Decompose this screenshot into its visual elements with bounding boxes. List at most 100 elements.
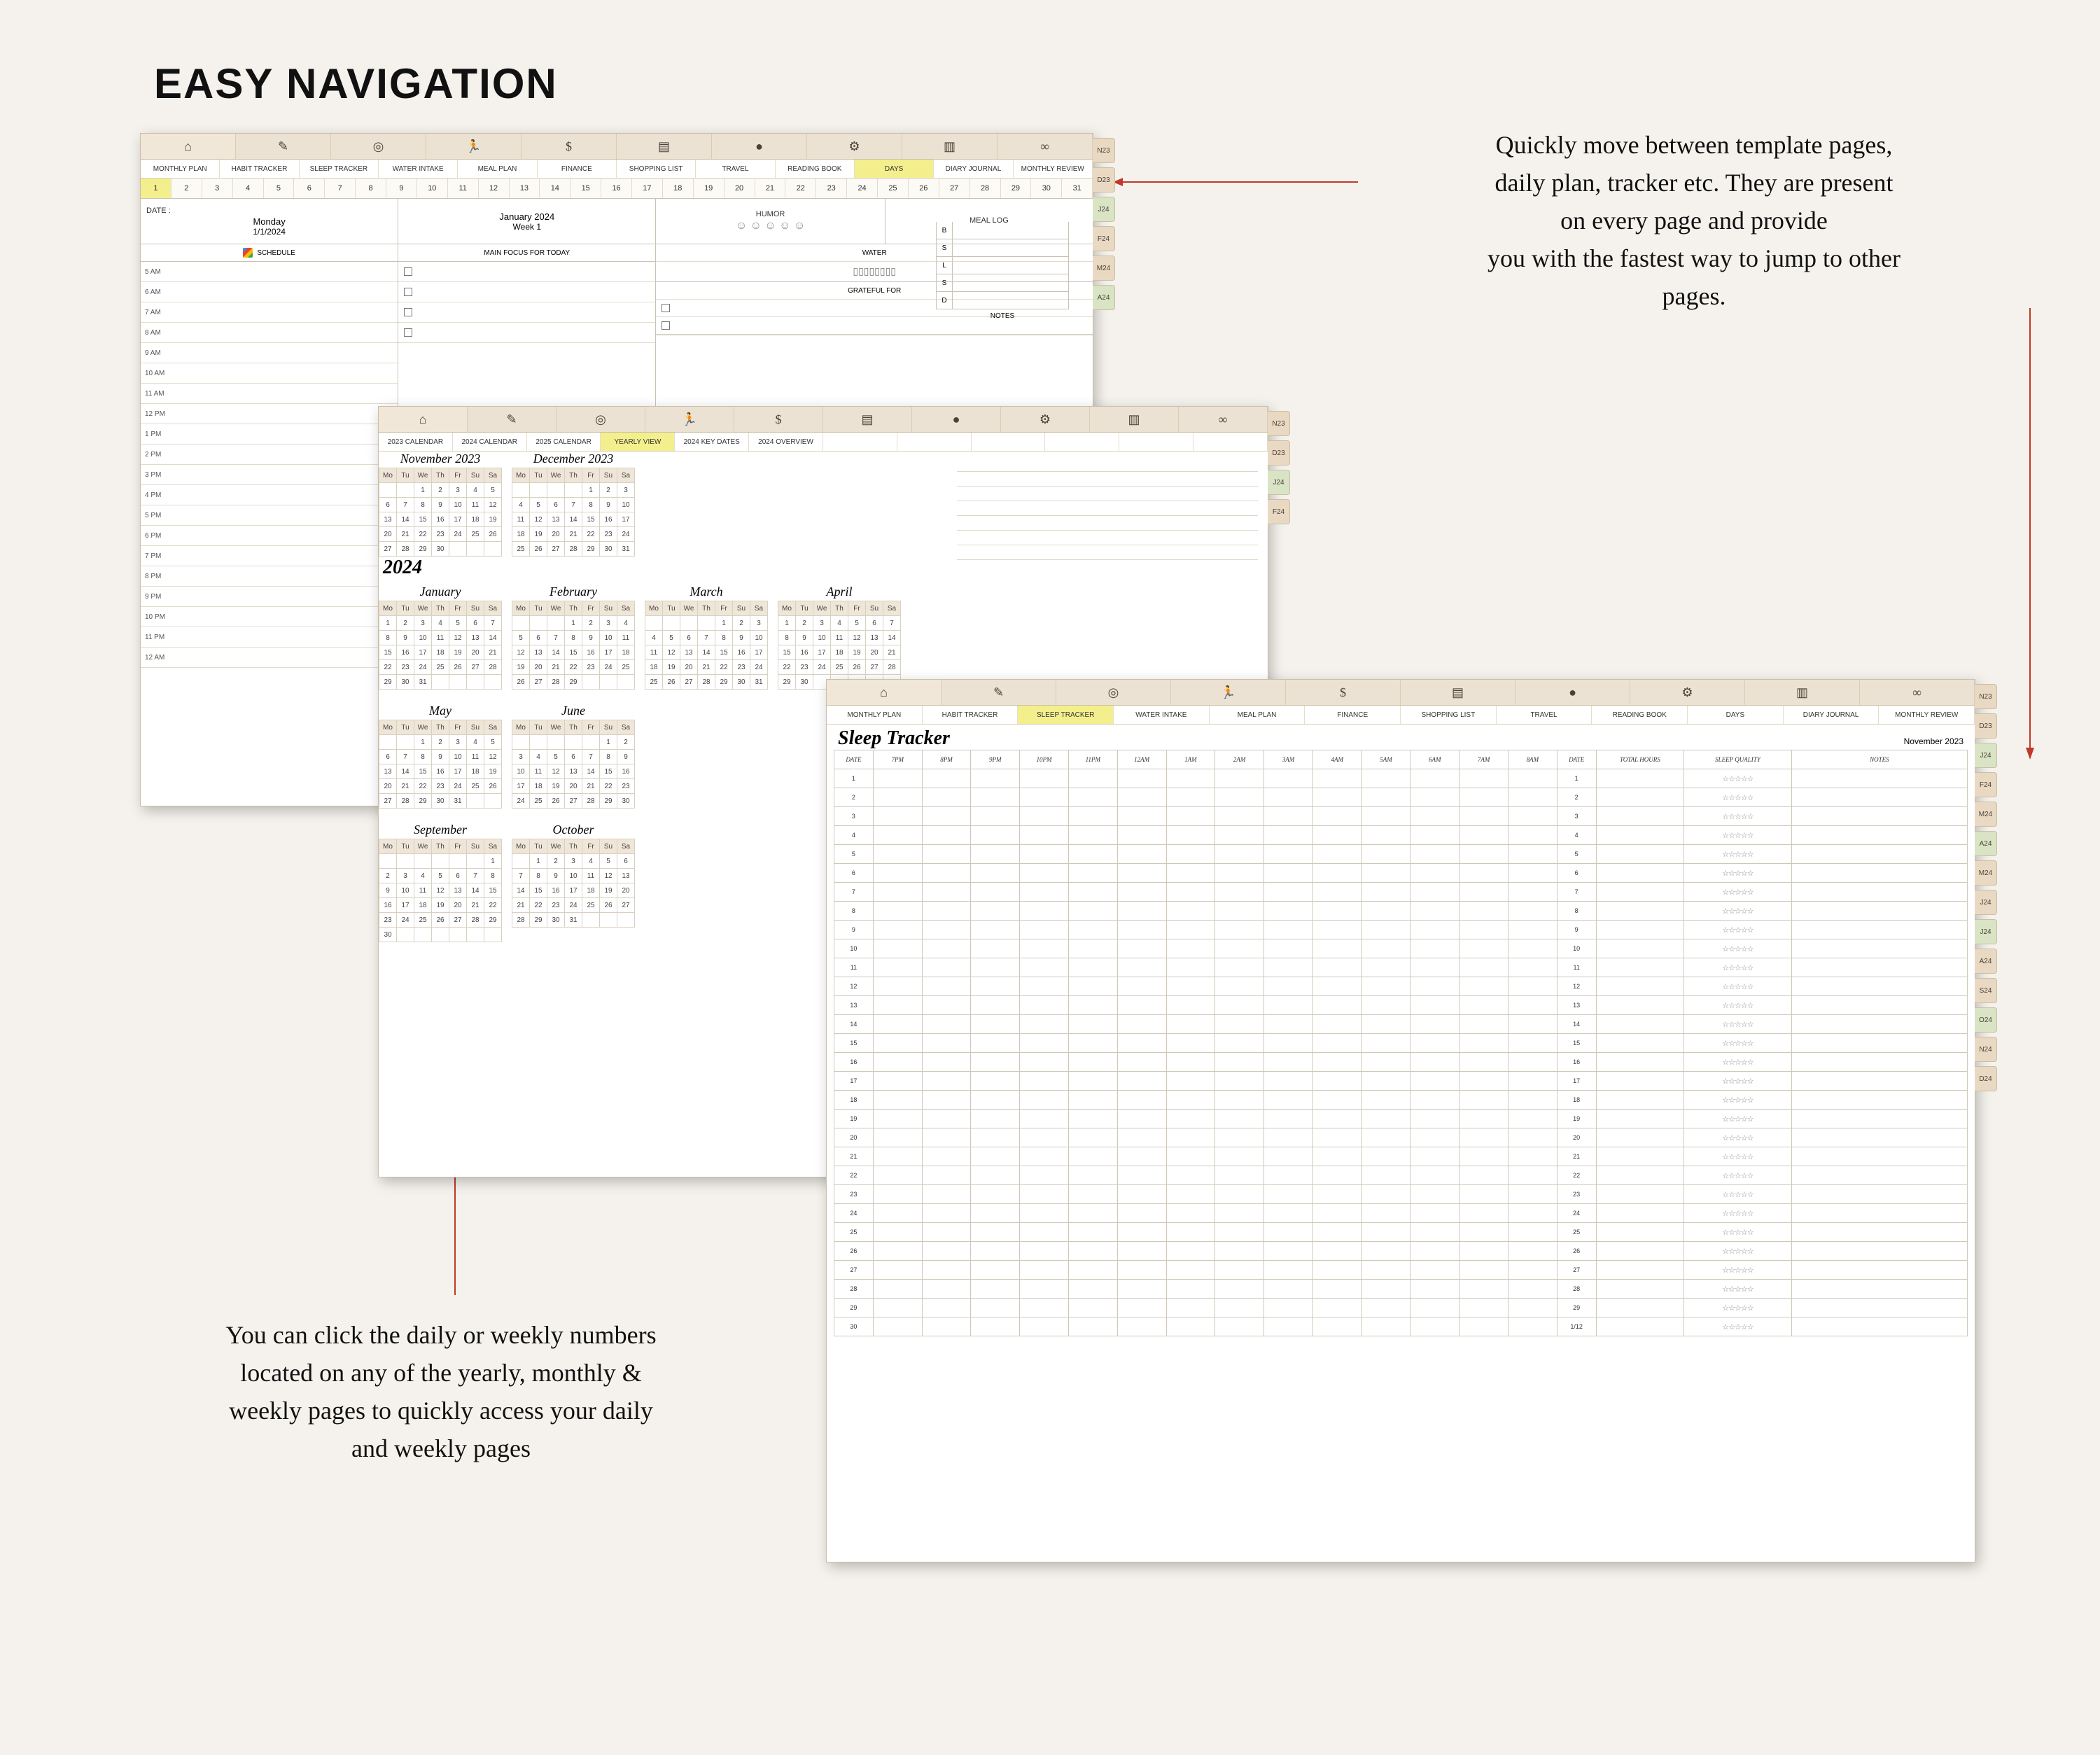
dollar-icon[interactable]: $ — [1286, 680, 1401, 705]
schedule-row[interactable]: 2 PM — [141, 445, 398, 465]
side-tab[interactable]: J24 — [1268, 470, 1290, 495]
target-icon[interactable]: ◎ — [1056, 680, 1171, 705]
day-number[interactable]: 25 — [878, 179, 909, 198]
day-number[interactable]: 24 — [847, 179, 878, 198]
subtab[interactable]: 2024 CALENDAR — [453, 433, 527, 451]
day-number[interactable]: 14 — [540, 179, 570, 198]
doc-icon[interactable]: ▤ — [617, 134, 712, 159]
mini-calendar[interactable]: SeptemberMoTuWeThFrSuSa12345678910111213… — [379, 823, 502, 942]
dollar-icon[interactable]: $ — [734, 407, 823, 432]
day-number[interactable]: 10 — [417, 179, 448, 198]
mini-calendar[interactable]: November 2023MoTuWeThFrSuSa1234567891011… — [379, 452, 502, 557]
day-number[interactable]: 20 — [724, 179, 755, 198]
side-tab[interactable]: J24 — [1975, 743, 1997, 768]
notes-lines[interactable] — [957, 457, 1258, 560]
doc-icon[interactable]: ▤ — [1401, 680, 1516, 705]
side-tab[interactable]: N23 — [1975, 684, 1997, 709]
book-icon[interactable]: ▥ — [1745, 680, 1860, 705]
day-number[interactable]: 13 — [510, 179, 540, 198]
day-number[interactable]: 6 — [294, 179, 325, 198]
day-number[interactable]: 23 — [816, 179, 847, 198]
subtab[interactable]: DIARY JOURNAL — [934, 160, 1013, 178]
subtab[interactable]: HABIT TRACKER — [220, 160, 299, 178]
subtab[interactable]: MONTHLY PLAN — [141, 160, 220, 178]
day-number[interactable]: 27 — [939, 179, 970, 198]
sleep-table[interactable]: DATE7PM8PM9PM10PM11PM12AM1AM2AM3AM4AM5AM… — [834, 750, 1968, 1336]
meal-row[interactable]: B — [936, 222, 1069, 239]
mini-calendar[interactable]: FebruaryMoTuWeThFrSuSa123456789101112131… — [512, 585, 635, 690]
mini-calendar[interactable]: December 2023MoTuWeThFrSuSa1234567891011… — [512, 452, 635, 557]
day-number[interactable]: 12 — [479, 179, 510, 198]
day-number[interactable]: 11 — [448, 179, 479, 198]
subtab[interactable]: READING BOOK — [776, 160, 855, 178]
side-tab[interactable]: M24 — [1093, 256, 1115, 281]
day-number[interactable]: 9 — [386, 179, 417, 198]
mini-calendar[interactable]: AprilMoTuWeThFrSuSa123456789101112131415… — [778, 585, 901, 690]
circle-icon[interactable]: ● — [1516, 680, 1630, 705]
subtab[interactable]: READING BOOK — [1592, 706, 1688, 724]
schedule-row[interactable]: 8 AM — [141, 323, 398, 343]
doc-icon[interactable]: ▤ — [823, 407, 912, 432]
schedule-row[interactable]: 5 AM — [141, 262, 398, 282]
subtab[interactable]: SLEEP TRACKER — [1018, 706, 1114, 724]
side-tab[interactable]: D23 — [1975, 713, 1997, 739]
link-icon[interactable]: ∞ — [1860, 680, 1975, 705]
focus-row[interactable] — [398, 262, 655, 282]
side-tab[interactable]: O24 — [1975, 1007, 1997, 1033]
running-icon[interactable]: 🏃 — [1171, 680, 1286, 705]
subtab[interactable]: MONTHLY PLAN — [827, 706, 923, 724]
side-tab[interactable]: A24 — [1093, 285, 1115, 310]
subtab[interactable]: 2024 OVERVIEW — [749, 433, 823, 451]
side-tab[interactable]: M24 — [1975, 860, 1997, 886]
subtab[interactable]: TRAVEL — [1497, 706, 1592, 724]
meal-row[interactable]: S — [936, 274, 1069, 292]
day-number[interactable]: 16 — [601, 179, 632, 198]
schedule-row[interactable]: 9 AM — [141, 343, 398, 363]
subtab[interactable]: TRAVEL — [696, 160, 775, 178]
side-tab[interactable]: S24 — [1975, 978, 1997, 1003]
schedule-row[interactable]: 6 AM — [141, 282, 398, 302]
day-number[interactable]: 28 — [970, 179, 1001, 198]
day-number[interactable]: 17 — [632, 179, 663, 198]
subtab[interactable]: MEAL PLAN — [458, 160, 537, 178]
schedule-row[interactable]: 1 PM — [141, 424, 398, 445]
side-tab[interactable]: J24 — [1093, 197, 1115, 222]
meal-row[interactable]: D — [936, 292, 1069, 309]
side-tab[interactable]: A24 — [1975, 831, 1997, 856]
link-icon[interactable]: ∞ — [1179, 407, 1268, 432]
mini-calendar[interactable]: MayMoTuWeThFrSuSa12345678910111213141516… — [379, 704, 502, 809]
target-icon[interactable]: ◎ — [556, 407, 645, 432]
subtab[interactable]: DAYS — [1688, 706, 1784, 724]
humor-icons[interactable]: ☺ ☺ ☺ ☺ ☺ — [736, 220, 805, 232]
gear-icon[interactable]: ⚙ — [1630, 680, 1745, 705]
day-number[interactable]: 7 — [325, 179, 356, 198]
subtab[interactable]: SHOPPING LIST — [1401, 706, 1497, 724]
subtab[interactable]: 2024 KEY DATES — [675, 433, 749, 451]
subtab[interactable]: 2025 CALENDAR — [527, 433, 601, 451]
side-tab[interactable]: N23 — [1268, 411, 1290, 436]
side-tab[interactable]: N24 — [1975, 1037, 1997, 1062]
schedule-row[interactable]: 12 AM — [141, 648, 398, 668]
running-icon[interactable]: 🏃 — [645, 407, 734, 432]
focus-row[interactable] — [398, 302, 655, 323]
pencil-icon[interactable]: ✎ — [941, 680, 1056, 705]
home-icon[interactable]: ⌂ — [379, 407, 468, 432]
side-tab[interactable]: D24 — [1975, 1066, 1997, 1091]
schedule-row[interactable]: 9 PM — [141, 587, 398, 607]
subtab[interactable]: MONTHLY REVIEW — [1014, 160, 1093, 178]
running-icon[interactable]: 🏃 — [426, 134, 522, 159]
day-number[interactable]: 8 — [356, 179, 386, 198]
schedule-row[interactable]: 11 PM — [141, 627, 398, 648]
side-tab[interactable]: D23 — [1268, 440, 1290, 466]
schedule-row[interactable]: 7 PM — [141, 546, 398, 566]
side-tab[interactable]: F24 — [1268, 499, 1290, 524]
pencil-icon[interactable]: ✎ — [468, 407, 556, 432]
day-number[interactable]: 4 — [233, 179, 264, 198]
subtab[interactable]: YEARLY VIEW — [601, 433, 675, 451]
schedule-row[interactable]: 3 PM — [141, 465, 398, 485]
subtab[interactable]: MONTHLY REVIEW — [1879, 706, 1975, 724]
subtab[interactable]: WATER INTAKE — [379, 160, 458, 178]
dollar-icon[interactable]: $ — [522, 134, 617, 159]
gear-icon[interactable]: ⚙ — [807, 134, 902, 159]
circle-icon[interactable]: ● — [712, 134, 807, 159]
